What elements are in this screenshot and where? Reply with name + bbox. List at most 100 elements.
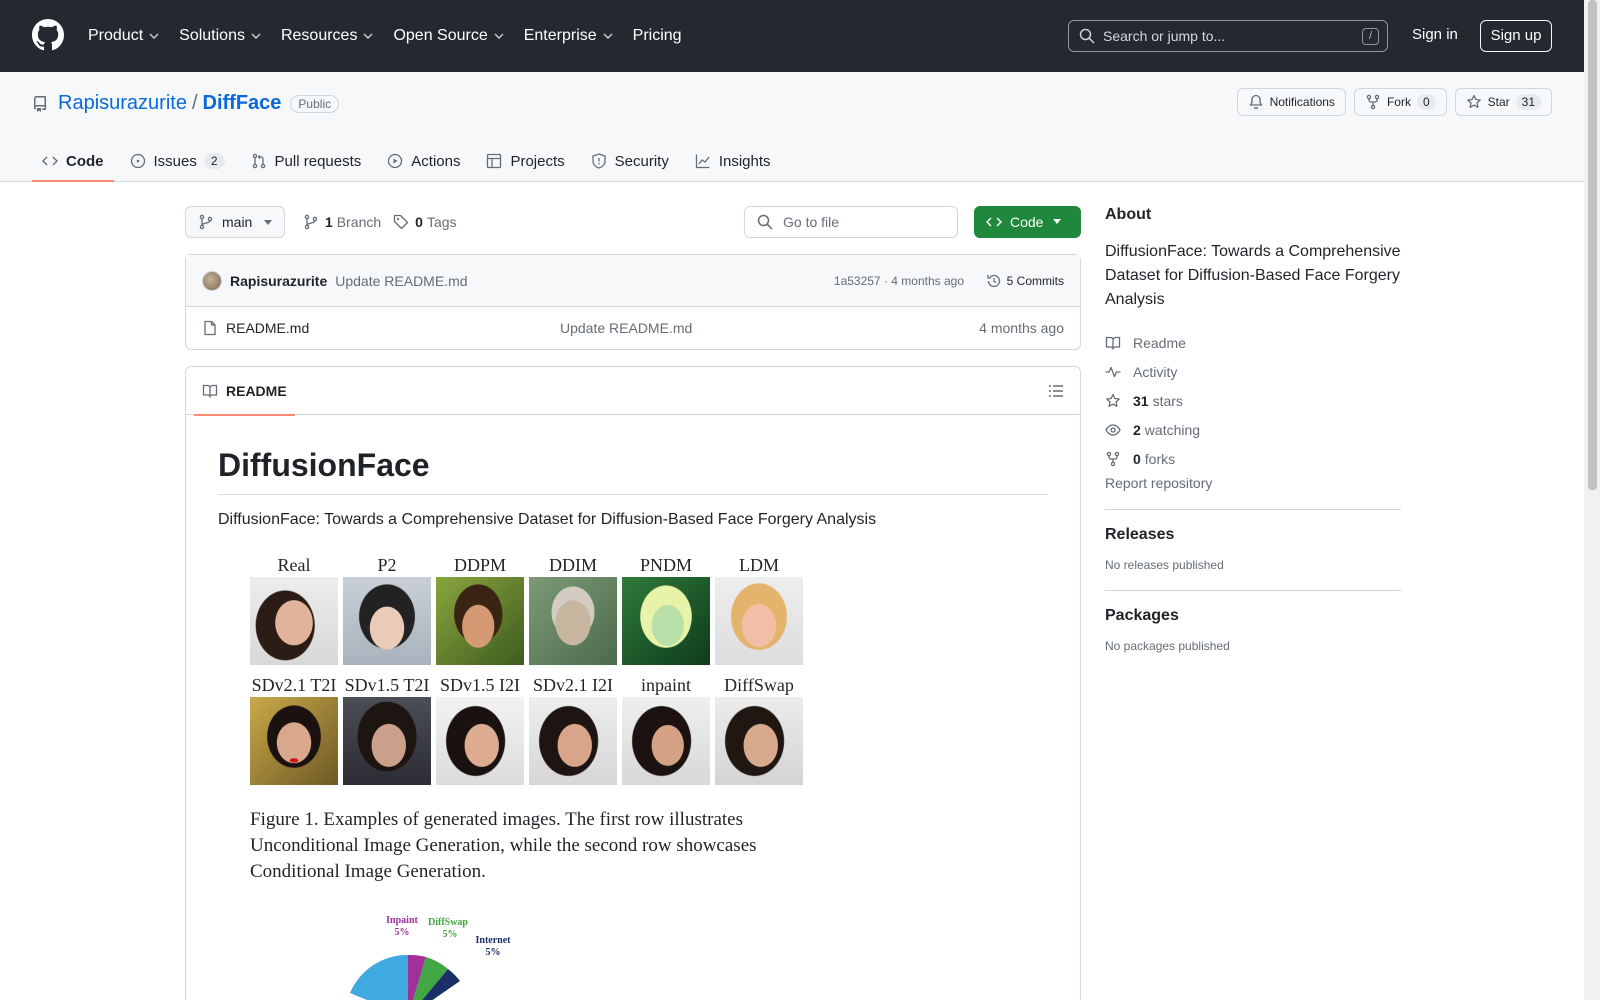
- releases-heading[interactable]: Releases: [1105, 526, 1401, 544]
- figure-cell: SDv1.5 I2I: [436, 673, 524, 793]
- repo-meta: 1 Branch 0 Tags: [303, 214, 457, 230]
- sidebar-forks-link[interactable]: 0 forks: [1105, 444, 1401, 473]
- commits-link[interactable]: 5 Commits: [986, 273, 1064, 289]
- chevron-down-icon: [251, 33, 261, 39]
- fork-button[interactable]: Fork 0: [1353, 88, 1447, 116]
- face-image: [529, 697, 617, 785]
- tab-readme[interactable]: README: [194, 367, 295, 416]
- tab-insights[interactable]: Insights: [685, 140, 781, 182]
- graph-icon: [695, 154, 710, 169]
- table-row[interactable]: README.md Update README.md 4 months ago: [186, 307, 1080, 349]
- top-nav: Product Solutions Resources Open Source …: [88, 0, 702, 72]
- repo-owner-link[interactable]: Rapisurazurite: [58, 92, 187, 115]
- face-image: [250, 577, 338, 665]
- nav-product[interactable]: Product: [88, 27, 159, 45]
- fork-icon: [1106, 451, 1120, 466]
- pie-label-diffswap: DiffSwap: [428, 917, 468, 928]
- tag-count[interactable]: 0: [415, 214, 423, 230]
- search-input[interactable]: Search or jump to... /: [1068, 20, 1388, 52]
- sidebar-readme-link[interactable]: Readme: [1105, 328, 1401, 357]
- nav-pricing[interactable]: Pricing: [633, 27, 682, 45]
- figure-cell: inpaint: [622, 673, 710, 793]
- chevron-down-icon: [149, 33, 159, 39]
- nav-solutions[interactable]: Solutions: [179, 27, 261, 45]
- about-heading: About: [1105, 206, 1152, 223]
- tab-pull-requests[interactable]: Pull requests: [241, 140, 372, 182]
- nav-open-source[interactable]: Open Source: [393, 27, 504, 45]
- repo-header: Rapisurazurite / DiffFace Public Notific…: [0, 72, 1584, 182]
- star-button[interactable]: Star 31: [1454, 88, 1552, 116]
- tag-icon: [394, 214, 409, 230]
- figure-cell: LDM: [715, 553, 803, 673]
- figure-cell: PNDM: [622, 553, 710, 673]
- main-content: main 1 Branch 0 Tags Go to file Code Rapis…: [185, 206, 1081, 1000]
- sidebar-watching-link[interactable]: 2 watching: [1105, 415, 1401, 444]
- go-to-file-input[interactable]: Go to file: [744, 206, 958, 238]
- pie-pct-inpaint: 5%: [395, 927, 410, 938]
- commit-sha-time[interactable]: 1a53257 · 4 months ago: [834, 274, 964, 288]
- pie-pct-internet: 5%: [486, 947, 501, 958]
- avatar[interactable]: [202, 270, 222, 291]
- tab-projects[interactable]: Projects: [476, 140, 574, 182]
- commit-author[interactable]: Rapisurazurite: [230, 273, 327, 289]
- file-name-link[interactable]: README.md: [226, 320, 309, 336]
- readme-panel: README DiffusionFace DiffusionFace: Towa…: [185, 366, 1081, 1000]
- latest-commit: Rapisurazurite Update README.md 1a53257 …: [186, 255, 1080, 307]
- repo-tabs: Code Issues 2 Pull requests Actions Proj…: [32, 140, 787, 182]
- fork-count: 0: [1416, 94, 1436, 110]
- face-image: [343, 577, 431, 665]
- about-description: DiffusionFace: Towards a Comprehensive D…: [1105, 243, 1401, 308]
- packages-heading[interactable]: Packages: [1105, 607, 1401, 625]
- file-commit-message[interactable]: Update README.md: [560, 320, 692, 336]
- commit-message[interactable]: Update README.md: [335, 273, 467, 289]
- sidebar-stars-link[interactable]: 31 stars: [1105, 386, 1401, 415]
- pie-label-inpaint: Inpaint: [386, 915, 418, 926]
- nav-resources[interactable]: Resources: [281, 27, 373, 45]
- code-icon: [42, 156, 58, 166]
- nav-enterprise[interactable]: Enterprise: [524, 27, 613, 45]
- star-icon: [1466, 94, 1481, 108]
- slash-shortcut-badge: /: [1362, 28, 1379, 45]
- sign-in-link[interactable]: Sign in: [1412, 26, 1458, 43]
- sign-up-button[interactable]: Sign up: [1480, 20, 1552, 52]
- github-logo-icon[interactable]: [32, 19, 64, 51]
- dataset-pie-chart: Inpaint 5% DiffSwap 5% Internet 5%: [350, 915, 511, 1000]
- tab-code[interactable]: Code: [32, 140, 114, 182]
- readme-tabs: README: [186, 367, 1080, 416]
- readme-title: DiffusionFace: [218, 447, 1048, 495]
- figure-cell: SDv2.1 I2I: [529, 673, 617, 793]
- figure-1: Real P2 DDPM DDIM PNDM LDM SDv2.1 T2I SD…: [250, 553, 810, 885]
- sidebar-activity-link[interactable]: Activity: [1105, 357, 1401, 386]
- bell-icon: [1248, 94, 1263, 110]
- branch-selector[interactable]: main: [185, 206, 286, 238]
- tab-issues[interactable]: Issues 2: [120, 140, 235, 182]
- outline-list-icon[interactable]: [1048, 383, 1064, 399]
- code-dropdown-button[interactable]: Code: [974, 206, 1081, 238]
- figure-cell: SDv1.5 T2I: [343, 673, 431, 793]
- repo-title: Rapisurazurite / DiffFace Public: [32, 92, 340, 115]
- caret-down-icon: [264, 219, 273, 225]
- figure-cell: DiffSwap: [715, 673, 803, 793]
- tab-actions[interactable]: Actions: [377, 140, 470, 182]
- file-toolbar: main 1 Branch 0 Tags Go to file Code: [185, 206, 1081, 238]
- file-age: 4 months ago: [979, 320, 1064, 336]
- notifications-button[interactable]: Notifications: [1236, 88, 1346, 116]
- star-count: 31: [1515, 94, 1541, 110]
- branch-icon: [304, 214, 318, 230]
- global-header: Product Solutions Resources Open Source …: [0, 0, 1584, 72]
- code-icon: [986, 217, 1002, 227]
- report-repository-link[interactable]: Report repository: [1105, 475, 1401, 491]
- fork-icon: [1366, 94, 1380, 110]
- figure-cell: P2: [343, 553, 431, 673]
- visibility-badge: Public: [290, 94, 340, 113]
- chevron-down-icon: [603, 33, 613, 39]
- chevron-down-icon: [494, 33, 504, 39]
- branch-count[interactable]: 1: [325, 214, 333, 230]
- readme-description: DiffusionFace: Towards a Comprehensive D…: [218, 511, 877, 528]
- scrollbar-thumb[interactable]: [1588, 0, 1597, 490]
- pie-pct-diffswap: 5%: [443, 929, 458, 940]
- repo-name-link[interactable]: DiffFace: [203, 92, 282, 115]
- table-icon: [487, 153, 502, 169]
- page-scrollbar[interactable]: [1584, 0, 1600, 1000]
- tab-security[interactable]: Security: [581, 140, 679, 182]
